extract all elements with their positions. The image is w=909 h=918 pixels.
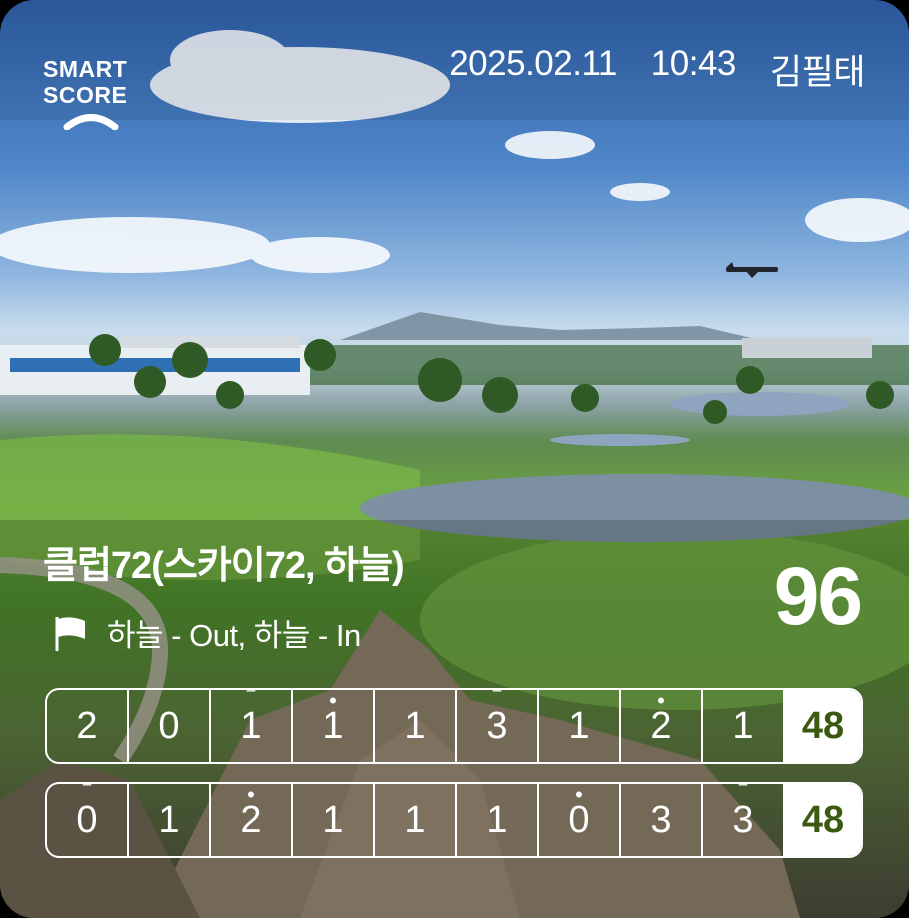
- hole-cell: ‾ 0: [47, 784, 129, 856]
- hole-score: 1: [486, 798, 508, 841]
- logo-line-2: SCORE: [43, 82, 128, 108]
- hole-score: 1: [732, 704, 754, 747]
- smart-score-logo: SMART SCORE: [43, 56, 139, 130]
- hole-score: 2: [76, 704, 98, 747]
- background-photo: [0, 0, 909, 918]
- hole-score: 1: [158, 798, 180, 841]
- hole-cell: 2: [47, 690, 129, 762]
- hole-cell: 1: [457, 784, 539, 856]
- total-score: 96: [773, 551, 863, 642]
- phone-arc-icon: [63, 114, 119, 130]
- header-info: 2025.02.11 10:43 김필태: [449, 44, 865, 95]
- hole-marker: ‾: [247, 688, 255, 713]
- hole-cell: 0: [129, 690, 211, 762]
- score-row-in: ‾ 0 1 • 2 1 1 1 • 0 3 ‾ 3 48: [45, 782, 863, 858]
- hole-cell: 1: [703, 690, 785, 762]
- hole-marker: •: [329, 688, 337, 713]
- flag-icon: [55, 616, 85, 651]
- hole-cell: 1: [375, 784, 457, 856]
- score-card: SMART SCORE 2025.02.11 10:43 김필태 클럽72(스카…: [0, 0, 909, 918]
- hole-score: 1: [568, 704, 590, 747]
- hole-cell: 1: [293, 784, 375, 856]
- hole-cell: 1: [539, 690, 621, 762]
- hole-cell: ‾ 3: [703, 784, 785, 856]
- course-name: 클럽72(스카이72, 하늘): [43, 545, 405, 587]
- hole-marker: ‾: [83, 782, 91, 807]
- course-sub: 하늘 - Out, 하늘 - In: [51, 610, 361, 655]
- hole-cell: • 2: [211, 784, 293, 856]
- hole-cell: ‾ 3: [457, 690, 539, 762]
- hole-cell: • 2: [621, 690, 703, 762]
- hole-cell: • 0: [539, 784, 621, 856]
- date-text: 2025.02.11: [449, 44, 617, 83]
- hole-cell: • 1: [293, 690, 375, 762]
- hole-marker: •: [575, 782, 583, 807]
- logo-line-1: SMART: [43, 56, 128, 82]
- hole-marker: •: [247, 782, 255, 807]
- user-name: 김필태: [769, 53, 866, 92]
- hole-cell: 1: [129, 784, 211, 856]
- hole-marker: ‾: [739, 782, 747, 807]
- hole-cell: 3: [621, 784, 703, 856]
- hole-score: 1: [404, 798, 426, 841]
- score-row-out: 2 0 ‾ 1 • 1 1 ‾ 3 1 • 2 1 48: [45, 688, 863, 764]
- out-sum: 48: [785, 690, 861, 762]
- hole-cell: ‾ 1: [211, 690, 293, 762]
- hole-marker: •: [657, 688, 665, 713]
- hole-score: 1: [404, 704, 426, 747]
- hole-score: 0: [158, 704, 180, 747]
- time-text: 10:43: [650, 44, 737, 83]
- hole-cell: 1: [375, 690, 457, 762]
- hole-score: 3: [650, 798, 672, 841]
- course-sub-label: 하늘 - Out, 하늘 - In: [107, 618, 361, 653]
- hole-marker: ‾: [493, 688, 501, 713]
- in-sum: 48: [785, 784, 861, 856]
- hole-score: 1: [322, 798, 344, 841]
